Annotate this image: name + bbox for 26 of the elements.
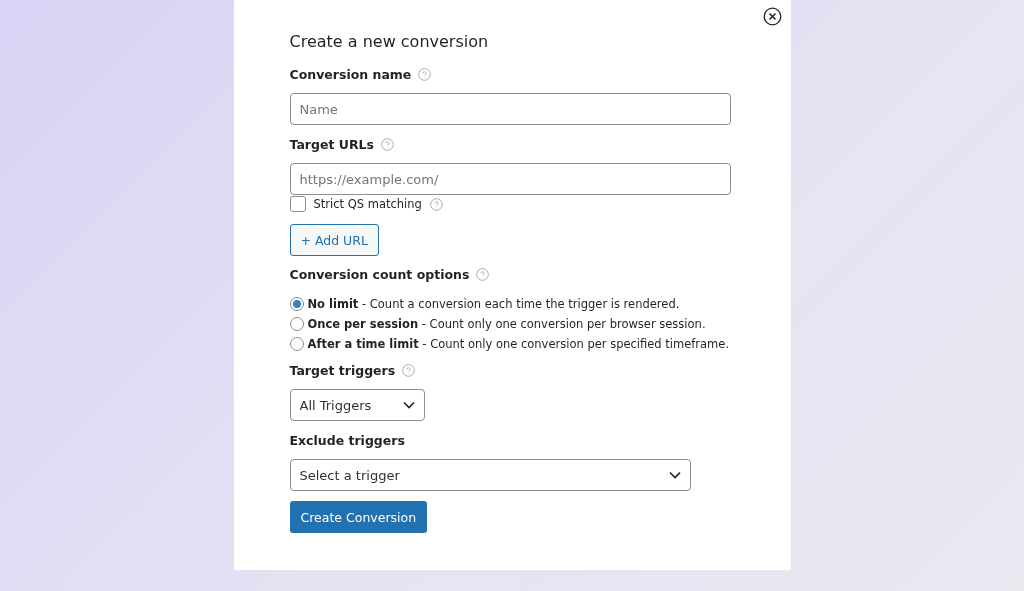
field-label: Conversion count options <box>289 267 470 282</box>
dialog-title: Create a new conversion <box>289 32 490 51</box>
field-label: Target URLs <box>289 137 374 152</box>
help-icon[interactable] <box>402 364 416 377</box>
close-button[interactable] <box>762 7 782 26</box>
help-icon[interactable] <box>476 268 490 281</box>
field-label: Exclude triggers <box>289 433 405 448</box>
close-icon <box>762 7 782 26</box>
radio-label: Once per session - Count only one conversion per browser session. <box>307 317 706 331</box>
trigger-select[interactable]: All Triggers <box>289 389 425 421</box>
help-icon[interactable] <box>418 68 432 81</box>
field-label: Target triggers <box>289 363 396 378</box>
field-label: Conversion name <box>289 67 412 82</box>
add-url-button[interactable]: + Add URL <box>289 224 379 256</box>
chevron-down-icon <box>402 401 415 409</box>
create-conversion-button[interactable]: Create Conversion <box>289 501 428 533</box>
radio-label: After a time limit - Count only one conversion per specified timeframe. <box>307 337 730 351</box>
chevron-down-icon <box>668 471 681 479</box>
help-icon[interactable] <box>429 197 443 211</box>
checkbox[interactable] <box>289 196 306 212</box>
exclude-trigger-select[interactable]: Select a trigger <box>289 459 691 491</box>
name-input[interactable]: Name <box>289 93 731 125</box>
help-icon[interactable] <box>380 138 394 151</box>
radio-label: No limit - Count a conversion each time the trigger is rendered. <box>307 297 680 311</box>
url-input[interactable]: https://example.com/ <box>289 163 731 195</box>
checkbox-label: Strict QS matching <box>313 197 422 211</box>
